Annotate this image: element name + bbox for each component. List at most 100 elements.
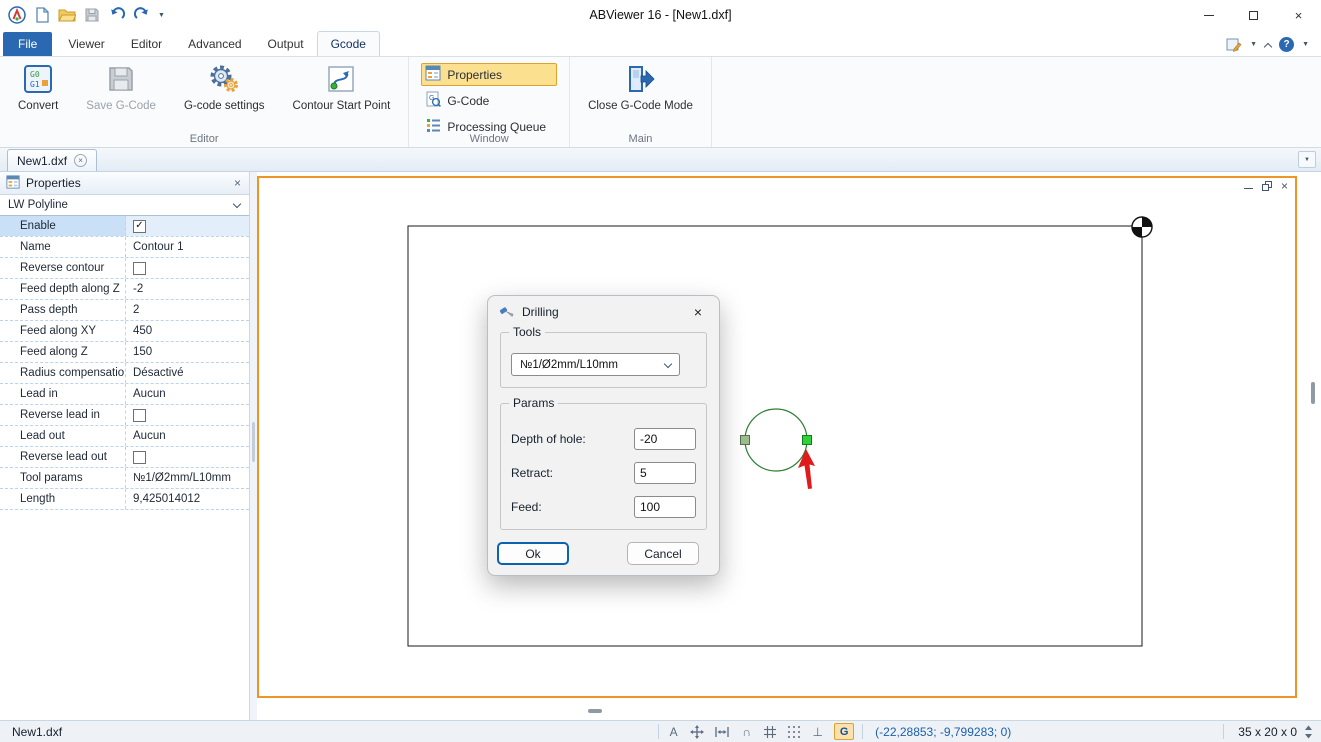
horizontal-scrollbar-thumb[interactable]: [588, 709, 602, 713]
dot-grid-icon[interactable]: [787, 725, 801, 739]
property-row-length[interactable]: Length 9,425014012: [0, 489, 249, 510]
property-value[interactable]: 9,425014012: [126, 489, 249, 509]
new-file-icon[interactable]: [33, 6, 51, 24]
property-value[interactable]: Désactivé: [126, 363, 249, 383]
circle-handle-right[interactable]: [803, 436, 812, 445]
property-value[interactable]: 450: [126, 321, 249, 341]
gcode-window-button[interactable]: G G-Code: [421, 89, 557, 112]
property-row-feed-xy[interactable]: Feed along XY 450: [0, 321, 249, 342]
gcode-settings-icon: [209, 64, 239, 97]
maximize-button[interactable]: [1231, 0, 1276, 30]
property-value[interactable]: -2: [126, 279, 249, 299]
main-group-label: Main: [570, 133, 711, 145]
retract-input[interactable]: [634, 462, 696, 484]
viewport-minimize-icon[interactable]: [1244, 188, 1253, 190]
convert-button[interactable]: G0G1 Convert: [8, 59, 68, 112]
open-file-icon[interactable]: [58, 6, 76, 24]
properties-panel-title: Properties: [26, 176, 228, 190]
document-tab-close-icon[interactable]: ×: [74, 154, 87, 167]
cancel-button[interactable]: Cancel: [627, 542, 699, 565]
reverse-lead-out-checkbox[interactable]: [133, 451, 146, 464]
save-icon[interactable]: [83, 6, 101, 24]
tool-dropdown[interactable]: №1/Ø2mm/L10mm: [511, 353, 680, 376]
collapse-ribbon-icon[interactable]: [1264, 42, 1272, 50]
retract-label: Retract:: [511, 466, 634, 480]
dialog-titlebar[interactable]: Drilling ×: [488, 296, 719, 328]
property-row-reverse-contour[interactable]: Reverse contour: [0, 258, 249, 279]
close-gcode-mode-button[interactable]: Close G-Code Mode: [578, 59, 703, 112]
property-label: Tool params: [0, 468, 126, 488]
property-row-feed-depth-z[interactable]: Feed depth along Z -2: [0, 279, 249, 300]
workspace-icon[interactable]: [1226, 38, 1242, 52]
undo-icon[interactable]: [108, 6, 126, 24]
property-row-reverse-lead-in[interactable]: Reverse lead in: [0, 405, 249, 426]
properties-toggle-button[interactable]: Properties: [421, 63, 557, 86]
reverse-contour-checkbox[interactable]: [133, 262, 146, 275]
lineweight-icon[interactable]: [714, 725, 730, 739]
property-value[interactable]: Aucun: [126, 426, 249, 446]
redo-icon[interactable]: [133, 6, 151, 24]
enable-checkbox[interactable]: ✓: [133, 220, 146, 233]
processing-queue-label: Processing Queue: [447, 120, 546, 134]
document-tab[interactable]: New1.dxf ×: [7, 149, 97, 171]
tab-gcode[interactable]: Gcode: [317, 31, 380, 57]
workspace-dropdown-icon[interactable]: ▼: [1250, 41, 1257, 48]
help-icon[interactable]: ?: [1279, 37, 1294, 52]
close-button[interactable]: ×: [1276, 0, 1321, 30]
property-row-tool-params[interactable]: Tool params №1/Ø2mm/L10mm: [0, 468, 249, 489]
contour-start-point-button[interactable]: Contour Start Point: [283, 59, 401, 112]
dialog-close-icon[interactable]: ×: [683, 301, 713, 323]
property-row-name[interactable]: Name Contour 1: [0, 237, 249, 258]
property-row-radius-compensation[interactable]: Radius compensation Désactivé: [0, 363, 249, 384]
grid-icon[interactable]: [763, 725, 777, 739]
viewport-restore-icon[interactable]: [1262, 181, 1272, 191]
ortho-icon[interactable]: ⊥: [811, 725, 824, 739]
horizontal-scrollbar[interactable]: [257, 706, 1297, 716]
document-tab-list-icon[interactable]: ▼: [1298, 151, 1316, 168]
qat-customize-icon[interactable]: ▼: [158, 12, 165, 19]
property-row-feed-z[interactable]: Feed along Z 150: [0, 342, 249, 363]
property-value[interactable]: Contour 1: [126, 237, 249, 257]
tab-viewer[interactable]: Viewer: [55, 32, 117, 56]
properties-panel-header: Properties ×: [0, 172, 249, 195]
property-value[interactable]: №1/Ø2mm/L10mm: [126, 468, 249, 488]
property-row-reverse-lead-out[interactable]: Reverse lead out: [0, 447, 249, 468]
property-value[interactable]: 150: [126, 342, 249, 362]
snap-icon[interactable]: ∩: [740, 725, 753, 739]
property-label: Radius compensation: [0, 363, 126, 383]
tab-advanced[interactable]: Advanced: [175, 32, 254, 56]
ok-button[interactable]: Ok: [497, 542, 569, 565]
vertical-scrollbar[interactable]: [1308, 176, 1318, 698]
tab-editor[interactable]: Editor: [118, 32, 175, 56]
gcode-settings-button[interactable]: G-code settings: [174, 59, 275, 112]
drawing-viewport[interactable]: ×: [257, 176, 1297, 698]
viewport-close-icon[interactable]: ×: [1281, 181, 1288, 191]
help-dropdown-icon[interactable]: ▼: [1302, 41, 1309, 48]
minimize-button[interactable]: [1186, 0, 1231, 30]
tab-output[interactable]: Output: [255, 32, 317, 56]
property-row-pass-depth[interactable]: Pass depth 2: [0, 300, 249, 321]
circle-handle-left[interactable]: [741, 436, 750, 445]
property-label: Name: [0, 237, 126, 257]
properties-panel-close-icon[interactable]: ×: [234, 176, 241, 190]
drawing-circle[interactable]: [745, 409, 807, 471]
property-row-lead-out[interactable]: Lead out Aucun: [0, 426, 249, 447]
entity-type-dropdown[interactable]: LW Polyline: [0, 195, 249, 216]
vertical-scrollbar-thumb[interactable]: [1311, 382, 1315, 404]
reverse-lead-in-checkbox[interactable]: [133, 409, 146, 422]
panel-splitter[interactable]: [250, 172, 257, 720]
save-gcode-button[interactable]: Save G-Code: [76, 59, 166, 112]
property-value[interactable]: Aucun: [126, 384, 249, 404]
property-row-enable[interactable]: Enable ✓: [0, 216, 249, 237]
close-gcode-mode-label: Close G-Code Mode: [588, 100, 693, 112]
drawing-canvas[interactable]: [259, 178, 1295, 696]
property-value[interactable]: 2: [126, 300, 249, 320]
text-display-icon[interactable]: A: [667, 725, 680, 739]
feed-input[interactable]: [634, 496, 696, 518]
move-icon[interactable]: [690, 725, 704, 739]
depth-of-hole-input[interactable]: [634, 428, 696, 450]
property-row-lead-in[interactable]: Lead in Aucun: [0, 384, 249, 405]
gcode-mode-toggle-icon[interactable]: G: [834, 723, 854, 740]
tab-file[interactable]: File: [3, 32, 52, 56]
dimensions-spinner[interactable]: [1303, 724, 1321, 740]
